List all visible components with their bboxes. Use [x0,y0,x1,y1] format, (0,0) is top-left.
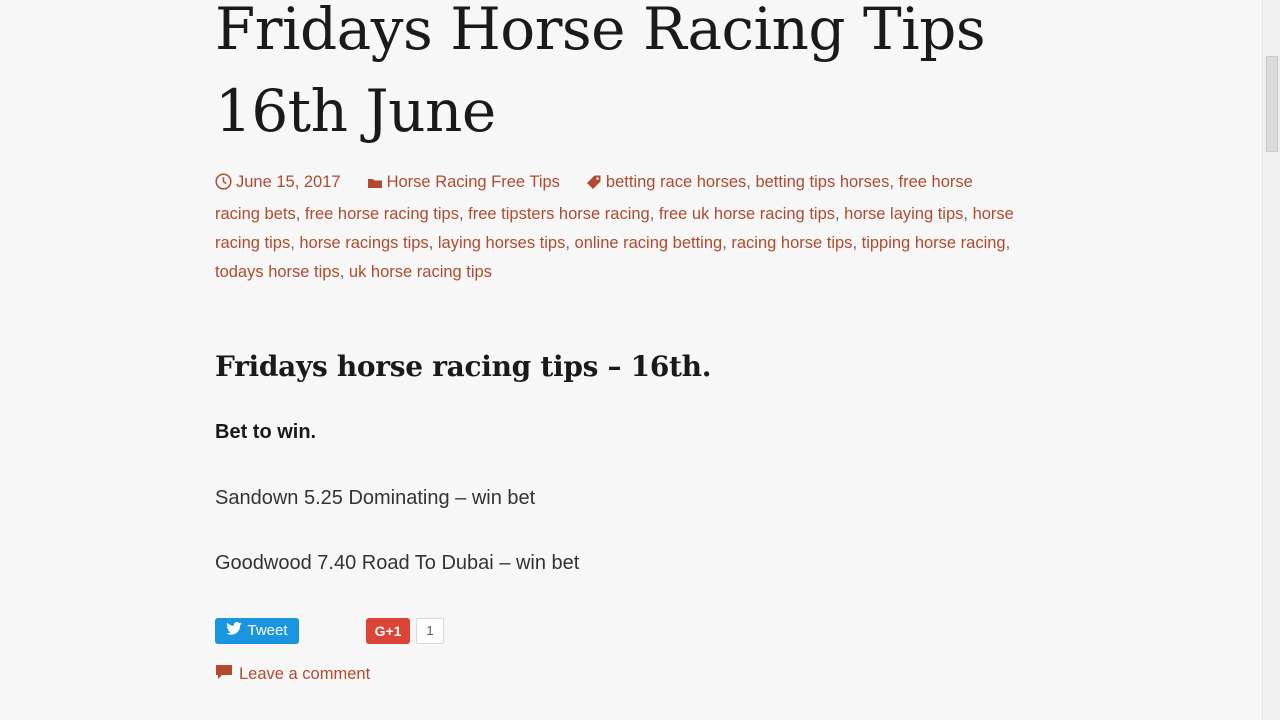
vertical-scrollbar[interactable] [1262,0,1280,720]
google-plus-count: 1 [416,618,444,644]
bet-label: Bet to win. [215,421,317,443]
leave-comment-link[interactable]: Leave a comment [215,664,370,685]
post-title-line-1: Fridays Horse Racing Tips [215,0,986,63]
tag-link[interactable]: racing horse tips [731,234,852,252]
tag-link[interactable]: online racing betting [575,234,723,252]
tag-separator: , [339,263,349,281]
tag-separator: , [1005,234,1011,252]
tag-separator: , [458,205,469,223]
comment-bubble-icon [215,664,233,685]
tag-separator: , [889,173,899,191]
post-meta: June 15, 2017 Horse Racing Free Tips betti… [215,168,1015,287]
tweet-button[interactable]: Tweet [215,618,299,644]
tag-link[interactable]: betting race horses [606,173,746,191]
tweet-label: Tweet [247,622,288,639]
tag-separator: , [565,234,575,252]
leave-comment-label: Leave a comment [239,665,371,683]
share-buttons: Tweet G+1 1 [215,618,615,645]
scrollbar-thumb[interactable] [1266,56,1278,152]
tag-icon [586,171,602,200]
tag-separator: , [852,234,862,252]
google-plus-one-button[interactable]: G+1 [366,618,410,644]
tag-separator: , [295,205,305,223]
tag-link[interactable]: horse laying tips [844,205,963,223]
tag-separator: , [649,205,659,223]
twitter-bird-icon [226,618,243,644]
tag-link[interactable]: todays horse tips [215,263,340,281]
tag-separator: , [290,234,300,252]
category-link[interactable]: Horse Racing Free Tips [387,173,560,191]
tag-link[interactable]: free horse racing tips [305,205,459,223]
tag-link[interactable]: horse racings tips [299,234,428,252]
tip-line: Sandown 5.25 Dominating – win bet [215,487,536,509]
tag-link[interactable]: free tipsters horse racing [468,205,650,223]
tip-line: Goodwood 7.40 Road To Dubai – win bet [215,552,580,574]
tag-separator: , [428,234,438,252]
tag-separator: , [722,234,732,252]
tag-link[interactable]: laying horses tips [438,234,565,252]
tag-link[interactable]: free uk horse racing tips [659,205,835,223]
post-date-link[interactable]: June 15, 2017 [236,173,341,191]
folder-icon [367,171,383,200]
tag-separator: , [835,205,845,223]
post-title: Fridays Horse Racing Tips 16th June [215,0,1015,152]
tag-link[interactable]: tipping horse racing [862,234,1006,252]
tag-link[interactable]: betting tips horses [755,173,889,191]
post-section-heading: Fridays horse racing tips – 16th. [215,350,712,383]
post-article: Fridays Horse Racing Tips 16th June June… [215,0,1015,683]
tag-link[interactable]: uk horse racing tips [349,263,492,281]
clock-icon [215,171,232,200]
page: Fridays Horse Racing Tips 16th June June… [0,0,1280,720]
post-title-line-2: 16th June [215,77,496,145]
tag-separator: , [963,205,973,223]
